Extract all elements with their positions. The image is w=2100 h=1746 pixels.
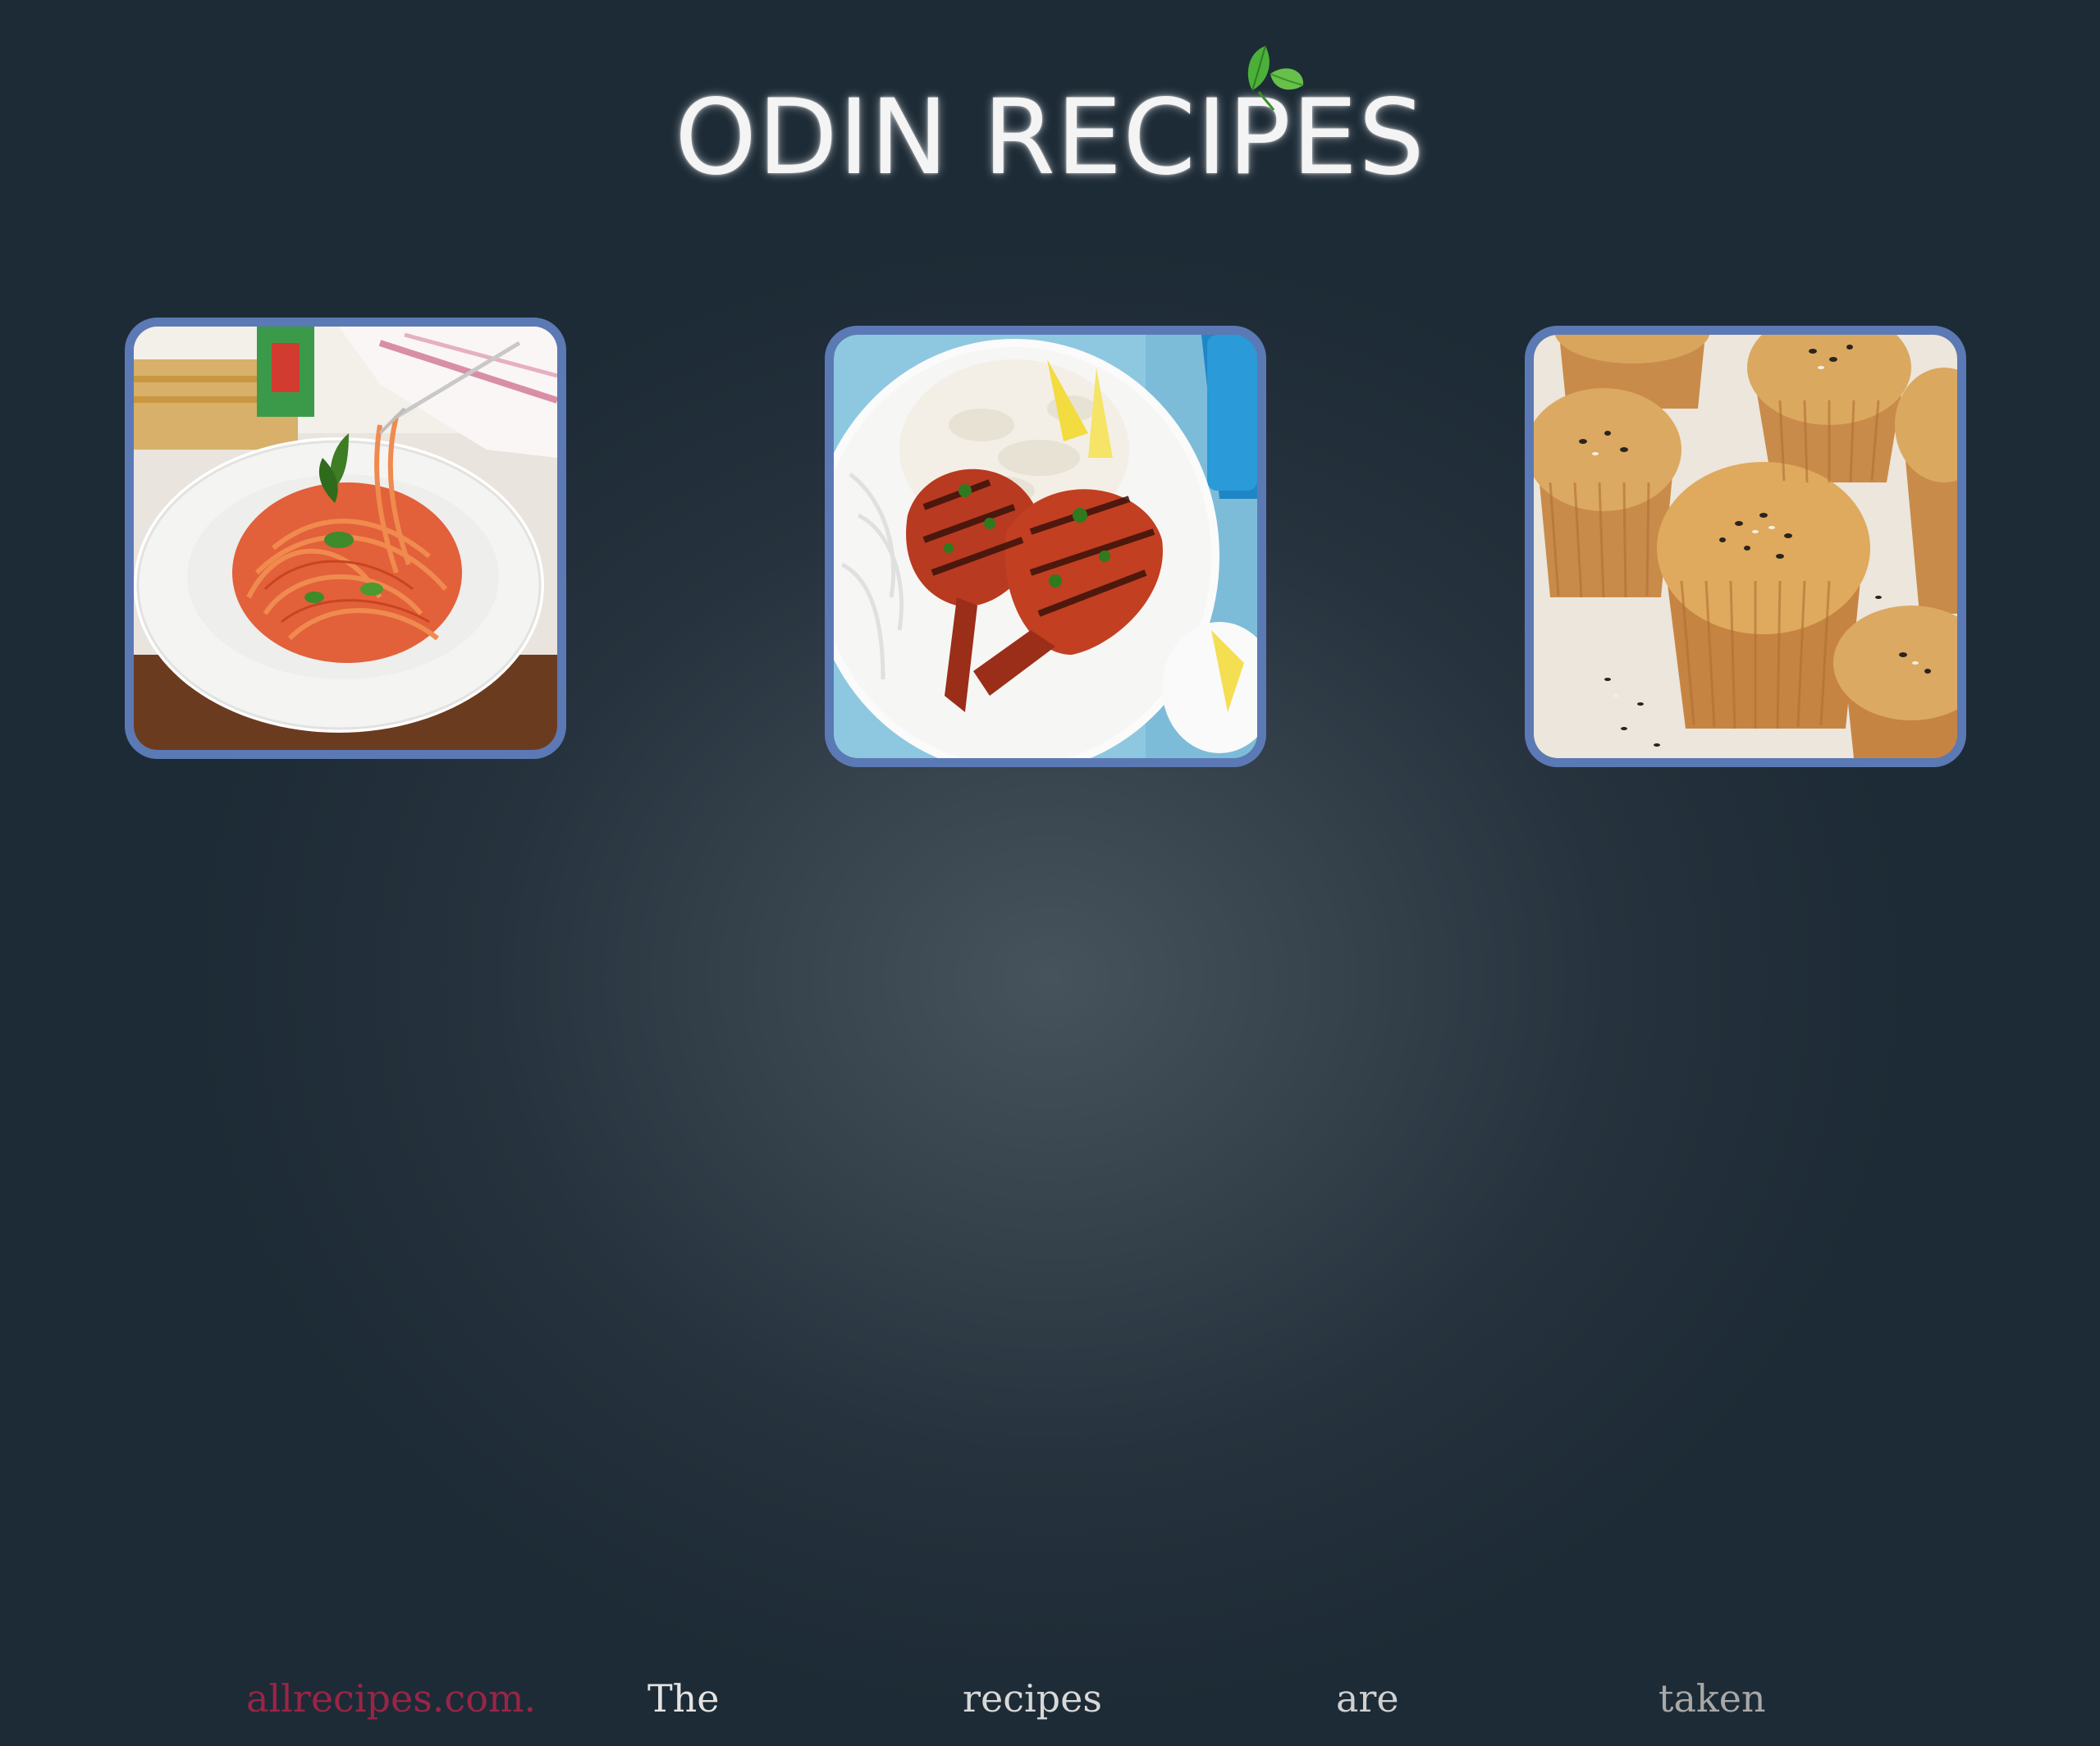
footer-word: recipes [963,1676,1102,1721]
recipe-card-chicken[interactable] [825,326,1266,767]
recipe-card-muffins[interactable] [1525,326,1966,767]
mint-leaf-icon [1247,45,1304,111]
site-title: ODIN RECIPES [675,76,1425,198]
sesame-muffins-image [1534,335,1957,758]
page-header: ODIN RECIPES [0,0,2100,246]
footer-word: The [647,1676,720,1721]
recipe-card-spaghetti[interactable] [125,318,566,759]
grilled-chicken-rice-image [834,335,1257,758]
spaghetti-dish-image [134,327,557,750]
footer-word: taken [1658,1676,1766,1721]
source-link[interactable]: allrecipes.com. [246,1670,536,1727]
footer-word: are [1336,1676,1399,1721]
page-footer: allrecipes.com. The recipes are taken [0,1670,2100,1727]
